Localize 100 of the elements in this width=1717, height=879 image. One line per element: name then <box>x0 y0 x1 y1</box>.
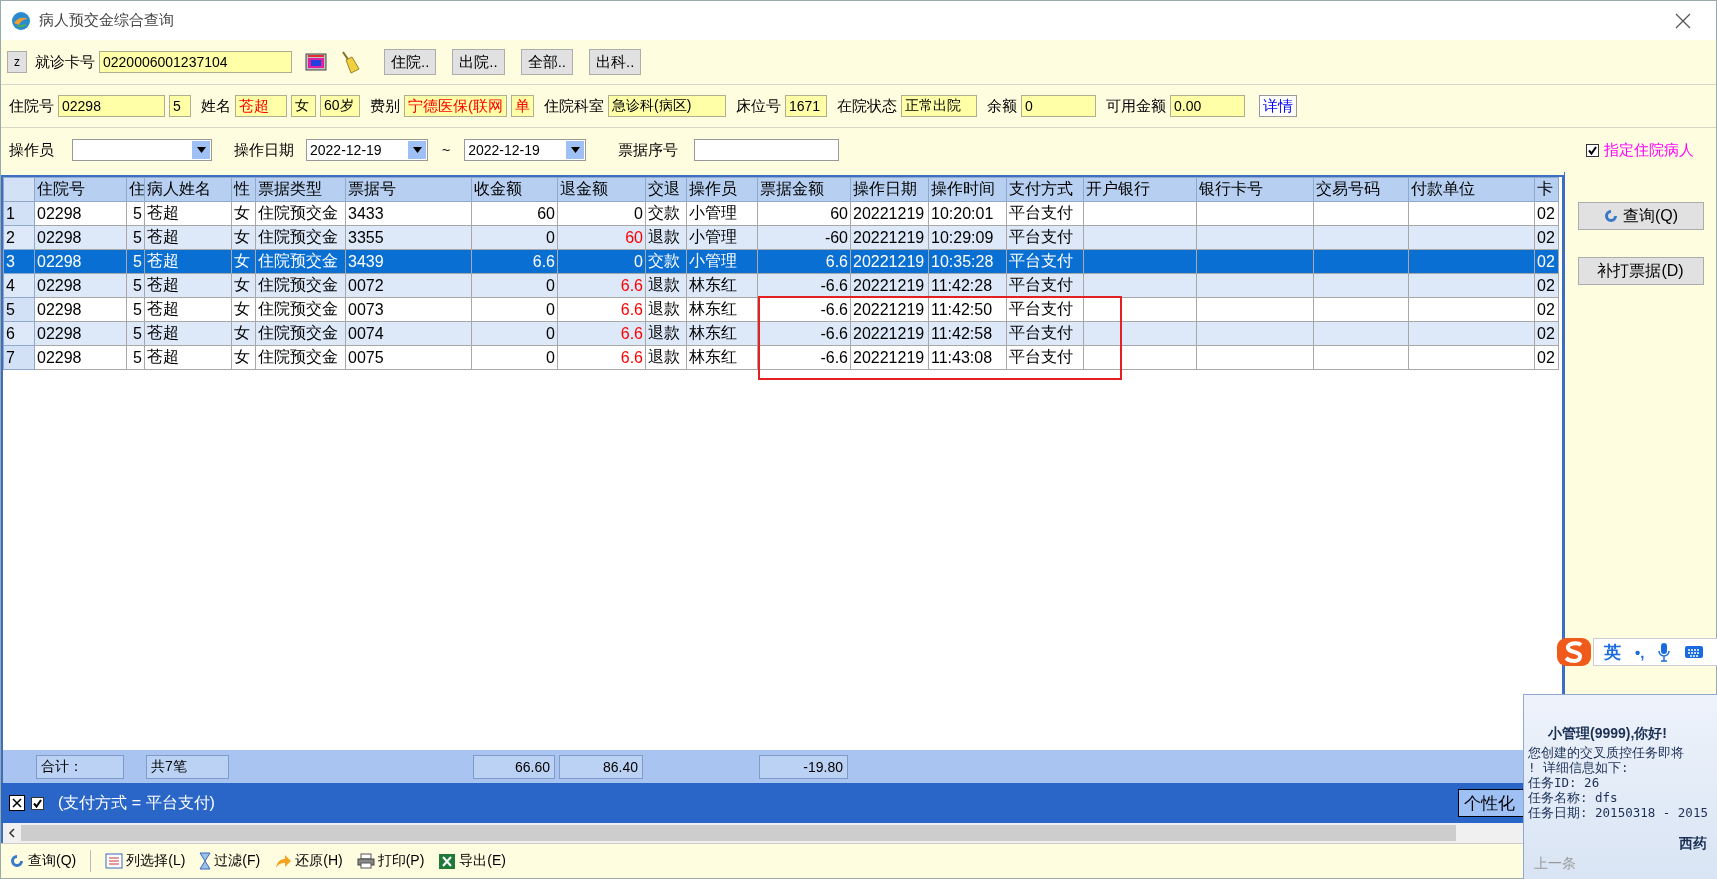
card-reader-icon[interactable] <box>305 52 327 72</box>
clear-filter-icon[interactable] <box>9 795 25 811</box>
table-cell: 女 <box>231 201 256 226</box>
info-field: 女 <box>291 95 316 117</box>
table-cell: 退款 <box>645 345 687 370</box>
table-cell: 6.6 <box>557 345 646 370</box>
total-cell: 共7笔 <box>146 754 229 779</box>
column-header[interactable]: 银行卡号 <box>1196 177 1314 202</box>
row-number[interactable]: 1 <box>3 201 35 226</box>
info-field: 02298 <box>58 95 165 117</box>
filter-button[interactable]: 全部.. <box>520 49 574 75</box>
total-cell: 合计： <box>36 754 124 779</box>
details-link[interactable]: 详情 <box>1259 95 1297 117</box>
column-header[interactable]: 支付方式 <box>1006 177 1084 202</box>
table-cell: 02298 <box>34 201 127 226</box>
scrollbar-thumb[interactable] <box>21 825 1456 841</box>
date-picker[interactable]: 2022-12-19 <box>464 139 587 161</box>
notification-sender: 西药 <box>1679 835 1707 853</box>
date-picker[interactable]: 2022-12-19 <box>306 139 428 161</box>
table-cell: 退款 <box>645 297 687 322</box>
column-header[interactable]: 收金额 <box>471 177 558 202</box>
table-cell: 住院预交金 <box>255 225 346 250</box>
row-number[interactable]: 6 <box>3 321 35 346</box>
info-field: 5 <box>169 95 191 117</box>
table-cell: 0 <box>557 201 646 226</box>
column-header[interactable]: 性 <box>231 177 256 202</box>
column-header[interactable]: 付款单位 <box>1408 177 1535 202</box>
row-number[interactable]: 2 <box>3 225 35 250</box>
table-cell: 20221219 <box>850 201 929 226</box>
column-header[interactable]: 开户银行 <box>1083 177 1197 202</box>
refresh-icon <box>9 853 25 869</box>
card-label: 就诊卡号 <box>35 52 95 72</box>
input-method-logo-icon[interactable] <box>1555 636 1593 668</box>
table-cell: 60 <box>471 201 558 226</box>
info-field: 0 <box>1021 95 1096 117</box>
row-number[interactable]: 4 <box>3 273 35 298</box>
toolbar-button[interactable]: 打印(P) <box>356 852 425 870</box>
table-cell: 10:20:01 <box>928 201 1007 226</box>
table-cell: 女 <box>231 345 256 370</box>
broom-icon[interactable] <box>340 50 360 74</box>
column-header[interactable]: 操作时间 <box>928 177 1007 202</box>
table-cell: 住院预交金 <box>255 297 346 322</box>
table-cell: 0074 <box>345 321 472 346</box>
table-cell: 林东红 <box>686 345 758 370</box>
column-header[interactable]: 病人姓名 <box>144 177 232 202</box>
filter-expression: (支付方式 = 平台支付) <box>58 792 215 813</box>
table-cell: 住院预交金 <box>255 201 346 226</box>
toolbar-button[interactable]: 导出(E) <box>438 852 506 870</box>
column-header[interactable]: 住院号 <box>34 177 127 202</box>
table-cell: 5 <box>126 201 145 226</box>
checkbox[interactable] <box>1586 143 1599 157</box>
info-field: 0.00 <box>1170 95 1245 117</box>
column-header[interactable]: 票据号 <box>345 177 472 202</box>
table-cell: 小管理 <box>686 201 758 226</box>
row-number[interactable]: 7 <box>3 345 35 370</box>
table-cell: 0 <box>557 249 646 274</box>
column-header[interactable]: 卡 <box>1534 177 1559 202</box>
table-cell: 02 <box>1534 345 1559 370</box>
row-number[interactable]: 3 <box>3 249 35 274</box>
column-header[interactable]: 票据金额 <box>757 177 851 202</box>
column-header[interactable]: 操作日期 <box>850 177 929 202</box>
toolbar-button[interactable]: 还原(H) <box>274 852 343 870</box>
table-cell: 02298 <box>34 297 127 322</box>
table-cell: 住院预交金 <box>255 273 346 298</box>
table-cell: 平台支付 <box>1006 201 1084 226</box>
info-field: 苍超 <box>235 95 287 117</box>
close-icon[interactable] <box>1674 11 1692 30</box>
field-label: 姓名 <box>201 96 231 116</box>
row-number[interactable]: 5 <box>3 297 35 322</box>
column-header[interactable]: 票据类型 <box>255 177 346 202</box>
toolbar-button[interactable]: 列选择(L) <box>105 852 186 870</box>
table-cell: 02298 <box>34 273 127 298</box>
filter-button[interactable]: 出科.. <box>589 49 642 75</box>
field-label: 操作日期 <box>234 140 294 160</box>
curved-arrow-icon <box>274 853 293 869</box>
filter-checkbox[interactable] <box>31 796 44 810</box>
toolbar-button[interactable]: 过滤(F) <box>199 852 261 870</box>
column-header[interactable]: 交易号码 <box>1313 177 1409 202</box>
card-number-field[interactable]: 0220006001237104 <box>99 51 292 73</box>
hourglass-icon <box>199 852 212 870</box>
table-cell: 苍超 <box>144 201 232 226</box>
column-header[interactable]: 交退 <box>645 177 687 202</box>
side-button[interactable]: 补打票据(D) <box>1577 257 1704 285</box>
table-cell: 0075 <box>345 345 472 370</box>
toolbar-button[interactable]: 查询(Q) <box>9 852 77 870</box>
table-cell: 苍超 <box>144 297 232 322</box>
side-button[interactable]: 查询(Q) <box>1577 202 1704 230</box>
column-header[interactable]: 操作员 <box>686 177 758 202</box>
table-cell: -6.6 <box>757 345 851 370</box>
mode-button[interactable]: z <box>7 51 27 73</box>
notification-text: 任务ID: 26 <box>1528 775 1601 790</box>
receipt-number-field[interactable] <box>694 139 840 161</box>
field-label: 可用金额 <box>1106 96 1166 116</box>
column-header[interactable]: 退金额 <box>557 177 646 202</box>
info-field: 60岁 <box>320 95 360 117</box>
scroll-left-icon[interactable] <box>8 828 16 838</box>
filter-button[interactable]: 住院.. <box>384 49 437 75</box>
filter-button[interactable]: 出院.. <box>452 49 505 75</box>
info-field: 1671 <box>785 95 827 117</box>
field-label: 住院号 <box>9 96 54 116</box>
